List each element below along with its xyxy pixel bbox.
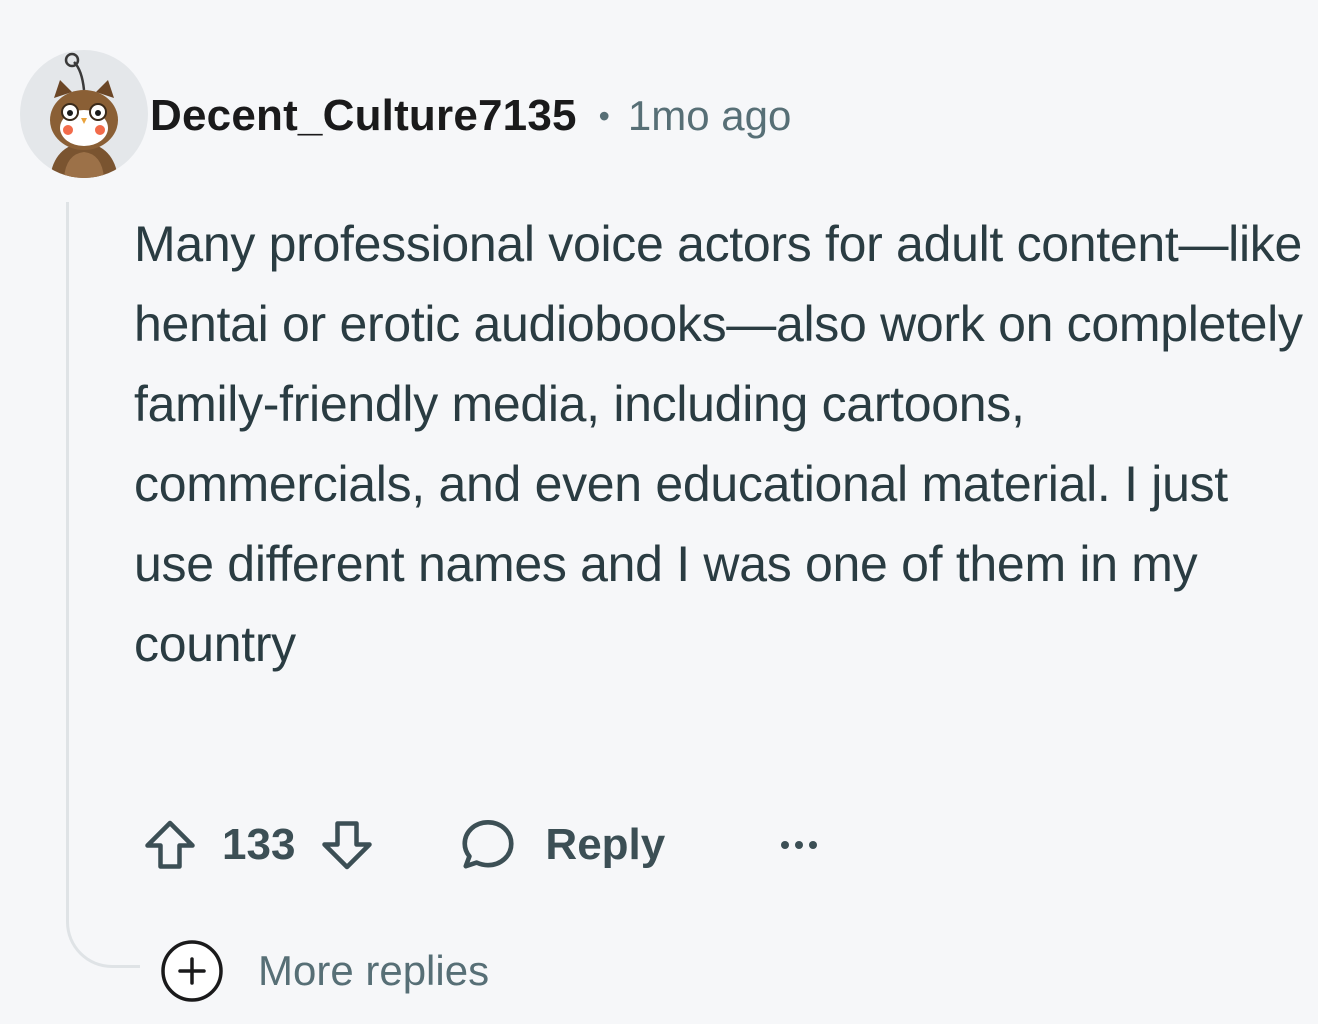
snoo-owl-avatar-icon [20, 50, 148, 178]
plus-circle-icon [161, 940, 223, 1002]
comment-body: Many professional voice actors for adult… [134, 216, 1303, 672]
upvote-button[interactable] [140, 815, 200, 875]
speech-bubble-icon [462, 819, 514, 869]
vote-count: 133 [222, 820, 296, 869]
arrow-up-outline-icon [145, 820, 195, 869]
more-options-button[interactable] [777, 835, 821, 855]
comment-action-bar: 133 Reply [140, 805, 821, 885]
comment-timestamp[interactable]: 1mo ago [628, 92, 791, 140]
ellipsis-icon [781, 841, 818, 849]
username-link[interactable]: Decent_Culture7135 [150, 91, 577, 141]
meta-separator: • [598, 97, 610, 134]
thread-line[interactable] [66, 202, 140, 968]
more-replies-label: More replies [258, 947, 490, 994]
comment-header: Decent_Culture7135 • 1mo ago [150, 84, 791, 148]
user-avatar[interactable] [20, 50, 148, 178]
reply-button[interactable]: Reply [457, 814, 665, 876]
reply-label: Reply [545, 820, 666, 869]
more-replies-button[interactable]: More replies [160, 938, 489, 1004]
arrow-down-outline-icon [322, 821, 373, 870]
downvote-button[interactable] [317, 815, 377, 875]
